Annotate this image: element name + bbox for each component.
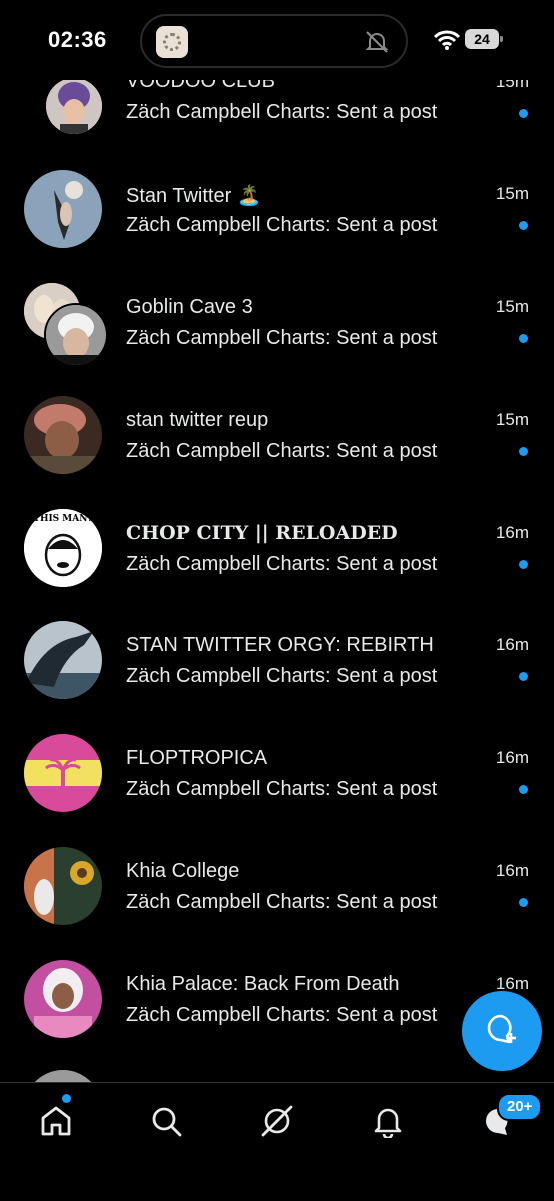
conversation-row[interactable]: Khia College Zäch Campbell Charts: Sent … <box>0 847 554 959</box>
conversation-preview: Zäch Campbell Charts: Sent a post <box>126 214 438 236</box>
unread-dot <box>519 109 528 118</box>
status-time: 02:36 <box>48 27 107 52</box>
conversation-time: 15m <box>495 297 529 316</box>
conversation-name: stan twitter reup <box>126 409 269 431</box>
conversation-preview: Zäch Campbell Charts: Sent a post <box>126 1004 438 1026</box>
unread-dot <box>519 672 528 681</box>
messages-badge: 20+ <box>497 1093 543 1121</box>
conversation-time: 16m <box>495 523 529 542</box>
island-app-icon[interactable] <box>156 26 188 58</box>
conversation-time: 16m <box>495 635 529 654</box>
group-avatar <box>24 621 102 699</box>
notifications-icon[interactable] <box>368 1101 408 1141</box>
battery-level: 24 <box>474 31 490 47</box>
group-avatar <box>24 396 102 474</box>
conversation-time: 16m <box>495 748 529 767</box>
unread-dot <box>519 447 528 456</box>
group-avatar <box>24 847 102 925</box>
conversation-preview: Zäch Campbell Charts: Sent a post <box>126 553 438 575</box>
conversation-time: 16m <box>495 861 529 880</box>
conversation-row[interactable]: FLOPTROPICA Zäch Campbell Charts: Sent a… <box>0 734 554 846</box>
conversation-time: 15m <box>495 184 529 203</box>
avatar-caption: THIS MAN? <box>33 514 93 524</box>
battery-icon: 24 <box>465 29 503 49</box>
unread-dot <box>519 898 528 907</box>
conversation-name: Goblin Cave 3 <box>126 296 253 318</box>
conversation-name: Khia Palace: Back From Death <box>126 973 400 995</box>
conversation-row[interactable]: stan twitter reup Zäch Campbell Charts: … <box>0 396 554 508</box>
group-avatar <box>24 170 102 248</box>
group-avatar-front <box>44 303 108 367</box>
conversation-row[interactable]: STAN TWITTER ORGY: REBIRTH Zäch Campbell… <box>0 621 554 733</box>
bell-slash-icon <box>364 30 390 59</box>
conversation-row[interactable]: Stan Twitter 🏝️ Zäch Campbell Charts: Se… <box>0 170 554 282</box>
home-unread-dot <box>62 1094 71 1103</box>
conversation-name: STAN TWITTER ORGY: REBIRTH <box>126 634 434 656</box>
conversation-name: FLOPTROPICA <box>126 747 268 769</box>
grok-icon[interactable] <box>257 1101 297 1141</box>
unread-dot <box>519 334 528 343</box>
home-icon[interactable] <box>36 1101 76 1141</box>
conversation-name: CHOP CITY || RELOADED <box>126 522 398 544</box>
group-avatar <box>46 78 102 134</box>
unread-dot <box>519 785 528 794</box>
unread-dot <box>519 560 528 569</box>
conversation-time: 15m <box>495 410 529 429</box>
conversation-preview: Zäch Campbell Charts: Sent a post <box>126 101 438 123</box>
conversation-row[interactable]: Goblin Cave 3 Zäch Campbell Charts: Sent… <box>0 283 554 395</box>
unread-dot <box>519 221 528 230</box>
new-message-button[interactable] <box>462 991 542 1071</box>
conversation-name: Stan Twitter 🏝️ <box>126 185 262 207</box>
status-bar: 02:36 24 <box>0 0 554 80</box>
group-avatar <box>24 734 102 812</box>
conversation-preview: Zäch Campbell Charts: Sent a post <box>126 665 438 687</box>
conversation-preview: Zäch Campbell Charts: Sent a post <box>126 778 438 800</box>
conversation-name: Khia College <box>126 860 240 882</box>
new-message-icon <box>485 1012 519 1051</box>
conversation-row[interactable]: THIS MAN? CHOP CITY || RELOADED Zäch Cam… <box>0 509 554 621</box>
conversation-preview: Zäch Campbell Charts: Sent a post <box>126 891 438 913</box>
wifi-icon <box>433 30 461 55</box>
group-avatar: THIS MAN? <box>24 509 102 587</box>
bottom-nav <box>0 1082 554 1201</box>
dynamic-island[interactable] <box>140 14 408 68</box>
conversation-preview: Zäch Campbell Charts: Sent a post <box>126 440 438 462</box>
search-icon[interactable] <box>146 1101 186 1141</box>
conversation-preview: Zäch Campbell Charts: Sent a post <box>126 327 438 349</box>
group-avatar <box>24 960 102 1038</box>
